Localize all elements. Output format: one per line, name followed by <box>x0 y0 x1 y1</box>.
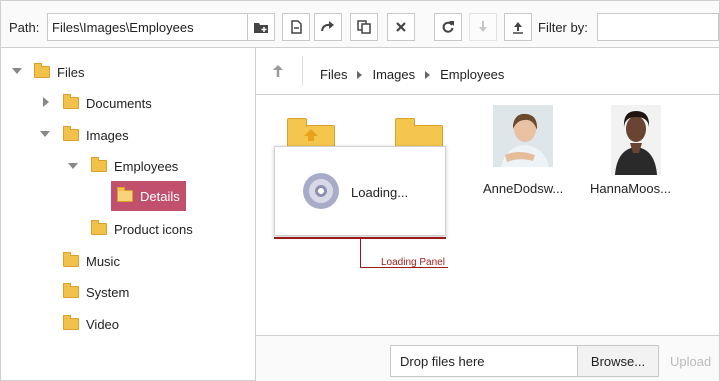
folder-icon <box>34 63 50 78</box>
breadcrumb: Files Images Employees <box>256 48 719 95</box>
tree-item-label: Documents <box>86 95 152 111</box>
chevron-right-icon <box>425 70 431 79</box>
tree-item-label: Music <box>86 253 120 269</box>
photo-thumbnail-anne[interactable] <box>493 105 553 175</box>
tree-item-label: Employees <box>114 158 179 174</box>
breadcrumb-item-images[interactable]: Images <box>372 67 415 82</box>
tree-item-images[interactable]: Images <box>63 124 129 146</box>
upload-link[interactable]: Upload <box>670 354 711 369</box>
item-name[interactable]: HannaMoos... <box>590 181 671 196</box>
collapse-arrow-icon[interactable] <box>40 131 50 137</box>
folder-icon <box>63 94 79 109</box>
folder-icon <box>63 126 79 141</box>
tree-item-music[interactable]: Music <box>63 250 120 272</box>
annotation-label: Loading Panel <box>381 257 445 268</box>
up-arrow-icon <box>304 129 318 141</box>
breadcrumb-items: Files Images Employees <box>320 67 504 82</box>
create-folder-button[interactable] <box>247 13 275 41</box>
divider <box>302 56 303 86</box>
tree-item-label: Files <box>57 64 85 80</box>
tree-item-label: Product icons <box>114 221 193 237</box>
copy-icon <box>357 20 371 34</box>
tree-item-employees[interactable]: Employees <box>91 155 178 177</box>
delete-button[interactable] <box>387 13 415 41</box>
file-manager: Path: Files\Images\Employees Filter by: <box>0 0 720 381</box>
rename-icon <box>291 20 302 34</box>
tree-item-label: System <box>86 284 130 300</box>
photo-thumbnail-hanna[interactable] <box>606 105 666 175</box>
tree-item-video[interactable]: Video <box>63 313 119 335</box>
up-arrow-icon[interactable] <box>272 64 284 78</box>
upload-icon <box>513 22 523 34</box>
breadcrumb-item-files[interactable]: Files <box>320 67 347 82</box>
drop-zone[interactable]: Drop files here <box>390 345 578 377</box>
download-button[interactable] <box>469 13 497 41</box>
path-field[interactable]: Files\Images\Employees <box>47 13 273 41</box>
upload-bar: Drop files here Browse... Upload <box>256 335 719 381</box>
folder-icon <box>91 157 107 172</box>
loading-panel: Loading... <box>274 146 446 236</box>
tree-item-details[interactable]: Details <box>111 181 186 211</box>
collapse-arrow-icon[interactable] <box>12 68 22 74</box>
collapse-arrow-icon[interactable] <box>68 163 78 169</box>
toolbar: Path: Files\Images\Employees Filter by: <box>1 1 719 48</box>
path-label: Path: <box>9 20 40 35</box>
folder-icon <box>63 315 79 330</box>
refresh-button[interactable] <box>434 13 462 41</box>
move-button[interactable] <box>314 13 342 41</box>
download-icon <box>479 21 487 32</box>
item-name[interactable]: AnneDodsw... <box>483 181 563 196</box>
folder-icon <box>117 187 133 202</box>
tree-item-label: Details <box>140 188 180 204</box>
tree-item-label: Video <box>86 316 120 332</box>
filter-input[interactable] <box>597 13 719 41</box>
upload-button[interactable] <box>504 13 532 41</box>
close-icon <box>396 22 406 32</box>
folder-icon <box>63 252 79 267</box>
chevron-right-icon <box>357 70 363 79</box>
tree-item-label: Images <box>86 127 129 143</box>
filter-label: Filter by: <box>538 20 588 35</box>
disc-icon <box>303 173 339 209</box>
folder-plus-icon <box>254 23 268 33</box>
redo-arrow-icon <box>321 21 334 32</box>
refresh-icon <box>442 21 454 33</box>
folder-icon <box>63 283 79 298</box>
rename-button[interactable] <box>282 13 310 41</box>
browse-button[interactable]: Browse... <box>577 345 659 377</box>
breadcrumb-item-employees[interactable]: Employees <box>440 67 504 82</box>
tree-item-product-icons[interactable]: Product icons <box>91 218 193 240</box>
folder-icon <box>91 220 107 235</box>
annotation-leader <box>360 238 361 268</box>
tree-item-documents[interactable]: Documents <box>63 92 152 114</box>
tree-item-files[interactable]: Files <box>34 61 84 83</box>
loading-text: Loading... <box>351 185 409 200</box>
expand-arrow-icon[interactable] <box>43 97 49 107</box>
copy-button[interactable] <box>350 13 378 41</box>
tree-item-system[interactable]: System <box>63 281 129 303</box>
folder-tree: Files Documents Images Employees Details… <box>1 48 256 380</box>
